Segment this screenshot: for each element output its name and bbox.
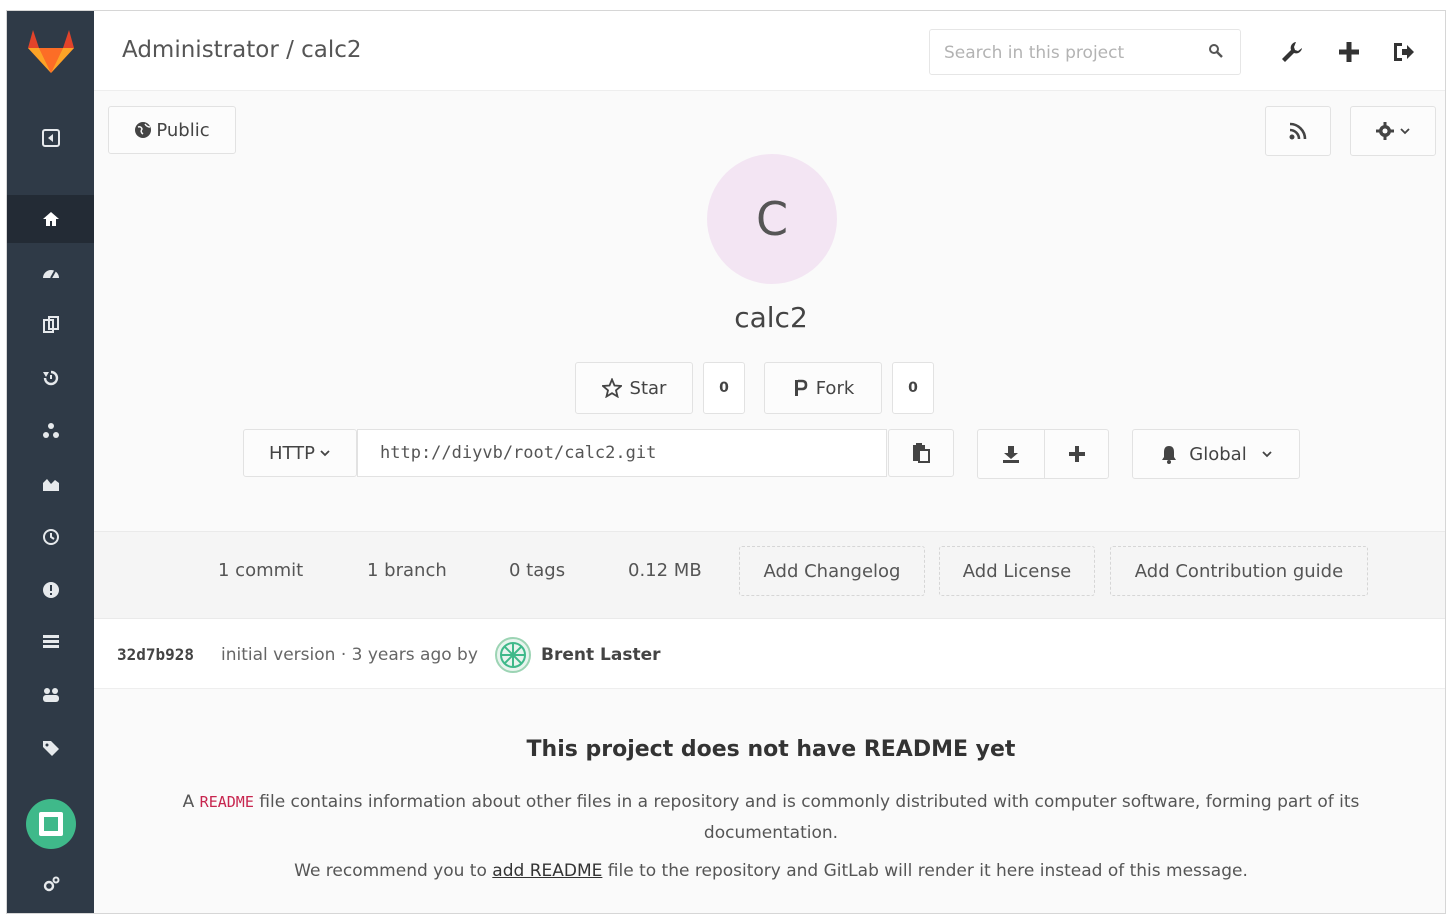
gitlab-logo-icon[interactable]	[7, 11, 94, 91]
notification-label: Global	[1189, 443, 1247, 465]
merge-requests-icon[interactable]	[7, 618, 94, 666]
collapse-icon[interactable]	[7, 114, 94, 162]
sidebar	[7, 11, 94, 913]
labels-icon[interactable]	[7, 724, 94, 772]
add-readme-link[interactable]: add README	[492, 861, 602, 881]
readme-description: A README file contains information about…	[134, 787, 1408, 849]
visibility-badge[interactable]: Public	[108, 106, 236, 154]
members-icon[interactable]	[7, 671, 94, 719]
readme-keyword: README	[199, 793, 254, 811]
gear-icon	[1376, 122, 1394, 140]
settings-dropdown[interactable]	[1350, 106, 1436, 156]
protocol-dropdown[interactable]: HTTP	[243, 429, 357, 477]
milestones-icon[interactable]	[7, 513, 94, 561]
plus-icon[interactable]	[1336, 39, 1362, 65]
activity-icon[interactable]	[7, 249, 94, 297]
search-icon	[1208, 43, 1224, 63]
last-commit: 32d7b928 initial version · 3 years ago b…	[94, 619, 1445, 689]
files-icon[interactable]	[7, 301, 94, 349]
app-window: Administrator / calc2 Search in this pro…	[6, 10, 1446, 914]
tags-link[interactable]: 0 tags	[509, 560, 565, 581]
home-icon[interactable]	[7, 195, 94, 243]
search-placeholder: Search in this project	[944, 43, 1125, 63]
readme-text-prefix: A	[182, 792, 195, 812]
search-input[interactable]: Search in this project	[929, 29, 1241, 75]
copy-url-button[interactable]	[888, 429, 954, 477]
notification-dropdown[interactable]: Global	[1132, 429, 1300, 479]
chevron-down-icon	[1262, 451, 1272, 458]
network-icon[interactable]	[7, 407, 94, 455]
download-icon	[1003, 446, 1019, 463]
readme-section: This project does not have README yet A …	[94, 689, 1445, 913]
project-stats: 1 commit 1 branch 0 tags 0.12 MB Add Cha…	[94, 531, 1445, 619]
author-avatar	[495, 637, 531, 673]
breadcrumb[interactable]: Administrator / calc2	[122, 37, 362, 63]
globe-icon	[135, 122, 152, 138]
branches-link[interactable]: 1 branch	[367, 560, 447, 581]
commits-link[interactable]: 1 commit	[218, 560, 303, 581]
commit-author[interactable]: Brent Laster	[541, 645, 660, 665]
fork-count[interactable]: 0	[892, 362, 934, 414]
add-menu-button[interactable]	[1044, 429, 1109, 479]
fork-icon	[794, 379, 808, 396]
star-count[interactable]: 0	[703, 362, 745, 414]
chevron-down-icon	[320, 450, 330, 457]
star-button[interactable]: Star	[575, 362, 693, 414]
plus-icon	[1068, 446, 1085, 462]
add-contribution-guide-button[interactable]: Add Contribution guide	[1110, 546, 1368, 596]
star-icon	[601, 378, 622, 398]
settings-icon[interactable]	[7, 861, 94, 909]
star-label: Star	[629, 377, 667, 399]
download-button[interactable]	[977, 429, 1045, 479]
user-avatar-icon[interactable]	[7, 794, 94, 854]
visibility-label: Public	[156, 119, 210, 141]
commit-sha[interactable]: 32d7b928	[117, 645, 194, 664]
readme-rec-prefix: We recommend you to	[294, 861, 487, 881]
readme-text-suffix: file contains information about other fi…	[259, 792, 1360, 843]
sign-out-icon[interactable]	[1391, 39, 1417, 65]
rss-icon	[1289, 122, 1307, 140]
top-header: Administrator / calc2 Search in this pro…	[94, 11, 1445, 91]
commit-message: initial version · 3 years ago by	[221, 645, 478, 665]
clipboard-icon	[913, 443, 930, 463]
clone-url-input[interactable]: http://diyvb/root/calc2.git	[357, 429, 887, 477]
issues-icon[interactable]	[7, 566, 94, 614]
protocol-label: HTTP	[268, 442, 316, 464]
fork-button[interactable]: Fork	[764, 362, 882, 414]
readme-title: This project does not have README yet	[526, 737, 1016, 762]
add-license-button[interactable]: Add License	[939, 546, 1095, 596]
commits-icon[interactable]	[7, 354, 94, 402]
wrench-icon[interactable]	[1279, 39, 1305, 65]
bell-icon	[1162, 446, 1177, 464]
readme-recommendation: We recommend you to add README file to t…	[94, 861, 1445, 881]
add-changelog-button[interactable]: Add Changelog	[739, 546, 925, 596]
project-name: calc2	[734, 301, 808, 334]
readme-rec-suffix: file to the repository and GitLab will r…	[607, 861, 1248, 881]
repo-size: 0.12 MB	[628, 560, 702, 581]
chevron-down-icon	[1400, 128, 1410, 135]
project-header: Public C calc2 Star 0 Fork 0 HTTP http:/…	[94, 91, 1445, 531]
fork-label: Fork	[815, 377, 855, 399]
project-avatar: C	[707, 154, 837, 284]
graphs-icon[interactable]	[7, 460, 94, 508]
rss-button[interactable]	[1265, 106, 1331, 156]
